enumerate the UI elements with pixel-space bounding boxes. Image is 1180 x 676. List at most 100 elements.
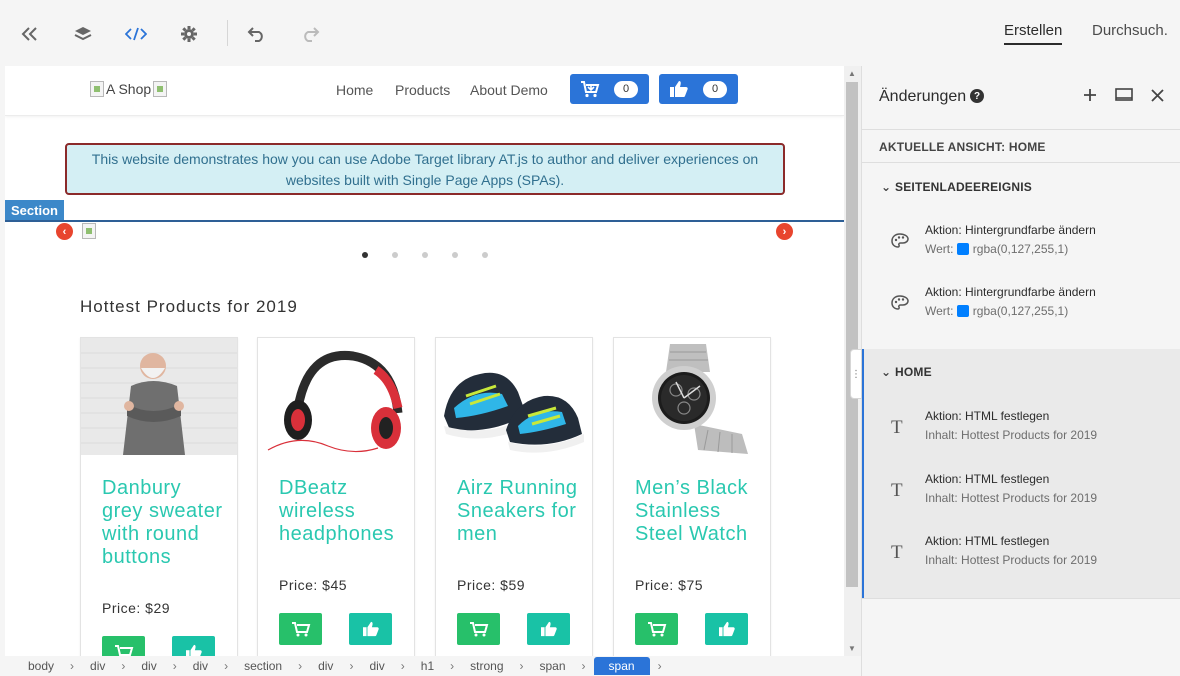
like-product-button[interactable] (527, 613, 570, 645)
carousel-dot[interactable] (422, 252, 428, 258)
breadcrumb-item[interactable]: div (185, 659, 216, 673)
product-card[interactable]: Airz Running Sneakers for men Price: $59 (435, 337, 593, 656)
change-item[interactable]: Aktion: Hintergrundfarbe ändern Wert: rg… (925, 221, 1096, 259)
product-name[interactable]: DBeatz wireless headphones (279, 477, 404, 546)
breadcrumb-item[interactable]: body (20, 659, 62, 673)
product-card[interactable]: Men’s Black Stainless Steel Watch Price:… (613, 337, 771, 656)
panel-divider (862, 598, 1180, 599)
breadcrumb-item-active[interactable]: span (593, 657, 650, 675)
nav-products[interactable]: Products (395, 82, 450, 98)
chevron-right-icon: › (400, 659, 405, 673)
chevron-right-icon: › (224, 659, 229, 673)
group-home[interactable]: ⌄ HOME (881, 365, 932, 379)
breadcrumb-item[interactable]: div (133, 659, 164, 673)
cart-button[interactable]: 0 (570, 74, 649, 104)
like-button[interactable]: 0 (659, 74, 738, 104)
panel-title: Änderungen (879, 88, 967, 105)
home-view-group: ⌄ HOME T Aktion: HTML festlegen Inhalt: H… (862, 349, 1180, 599)
product-card[interactable]: Danbury grey sweater with round buttons … (80, 337, 238, 656)
hottest-products-heading[interactable]: Hottest Products for 2019 (80, 297, 298, 317)
section-selection-label[interactable]: Section (5, 200, 64, 221)
add-to-cart-button[interactable] (279, 613, 322, 645)
change-item[interactable]: Aktion: Hintergrundfarbe ändern Wert: rg… (925, 283, 1096, 321)
current-view-label: AKTUELLE ANSICHT: HOME (879, 140, 1046, 154)
add-to-cart-button[interactable] (457, 613, 500, 645)
undo-icon[interactable] (243, 20, 271, 48)
broken-image-icon (153, 81, 168, 97)
redo-icon[interactable] (296, 20, 324, 48)
like-product-button[interactable] (349, 613, 392, 645)
product-image[interactable] (81, 338, 237, 455)
help-icon[interactable]: ? (970, 89, 984, 103)
tab-durchsuchen[interactable]: Durchsuch. (1092, 22, 1168, 43)
text-icon: T (891, 417, 903, 438)
chevron-right-icon: › (519, 659, 524, 673)
carousel-indicators (362, 252, 488, 258)
scroll-down-icon[interactable]: ▼ (848, 644, 856, 653)
add-to-cart-button[interactable] (635, 613, 678, 645)
product-image[interactable] (258, 338, 414, 455)
shop-logo[interactable]: A Shop (90, 81, 168, 97)
change-item[interactable]: Aktion: HTML festlegen Inhalt: Hottest P… (925, 470, 1097, 508)
chevron-right-icon: › (121, 659, 126, 673)
panel-resize-handle[interactable]: ⋮ (850, 349, 862, 399)
breadcrumb-item[interactable]: h1 (413, 659, 442, 673)
product-name[interactable]: Airz Running Sneakers for men (457, 477, 582, 546)
like-product-button[interactable] (172, 636, 215, 656)
tab-erstellen[interactable]: Erstellen (1004, 22, 1063, 45)
chevron-down-icon: ⌄ (881, 180, 892, 194)
carousel-dot[interactable] (392, 252, 398, 258)
thumbs-up-icon (362, 621, 379, 637)
breadcrumb-item[interactable]: span (532, 659, 574, 673)
breadcrumb-item[interactable]: div (82, 659, 113, 673)
group-seitenladeereignis[interactable]: ⌄ SEITENLADEEREIGNIS (881, 180, 1032, 194)
section-selection-outline (5, 220, 844, 222)
product-name[interactable]: Men’s Black Stainless Steel Watch (635, 477, 760, 546)
add-icon[interactable] (1083, 86, 1097, 107)
device-preview-icon[interactable] (1115, 86, 1133, 107)
cart-icon (647, 622, 666, 637)
add-to-cart-button[interactable] (102, 636, 145, 656)
carousel-dot[interactable] (452, 252, 458, 258)
like-product-button[interactable] (705, 613, 748, 645)
value-text: rgba(0,127,255,1) (972, 242, 1069, 256)
carousel-dot[interactable] (362, 252, 368, 258)
breadcrumb-item[interactable]: strong (462, 659, 511, 673)
gear-icon[interactable] (175, 20, 203, 48)
nav-about-demo[interactable]: About Demo (470, 82, 548, 98)
product-image[interactable] (436, 338, 592, 455)
product-price: Price: $59 (457, 577, 526, 593)
scrollbar-thumb[interactable] (846, 82, 858, 587)
chevron-down-icon: ⌄ (881, 365, 892, 379)
toolbar-divider (227, 20, 228, 46)
product-name[interactable]: Danbury grey sweater with round buttons (102, 477, 227, 569)
change-item[interactable]: Aktion: HTML festlegen Inhalt: Hottest P… (925, 532, 1097, 570)
code-icon[interactable] (122, 20, 150, 48)
nav-home[interactable]: Home (336, 82, 373, 98)
change-value: Wert: rgba(0,127,255,1) (925, 240, 1096, 259)
chevron-right-icon: › (581, 659, 586, 673)
breadcrumb-item[interactable]: div (310, 659, 341, 673)
broken-image-icon (90, 81, 104, 97)
layers-icon[interactable] (69, 20, 97, 48)
chevron-right-icon: › (172, 659, 177, 673)
carousel-next-icon[interactable]: › (776, 223, 793, 240)
close-icon[interactable] (1151, 86, 1164, 107)
info-banner: This website demonstrates how you can us… (65, 143, 785, 195)
product-card[interactable]: DBeatz wireless headphones Price: $45 (257, 337, 415, 656)
product-price: Price: $29 (102, 600, 171, 616)
collapse-double-chevron-icon[interactable] (16, 20, 44, 48)
product-image[interactable] (614, 338, 770, 455)
breadcrumb-item[interactable]: div (361, 659, 392, 673)
current-view-name: HOME (1008, 140, 1046, 154)
scroll-up-icon[interactable]: ▲ (848, 69, 856, 78)
changes-panel: ⋮ Änderungen ? AKTUELLE ANSICHT: HOME ⌄ S… (850, 66, 1180, 676)
value-prefix: Wert: (925, 304, 954, 318)
panel-divider (862, 129, 1180, 130)
carousel-dot[interactable] (482, 252, 488, 258)
breadcrumb-item[interactable]: section (236, 659, 290, 673)
change-content: Inhalt: Hottest Products for 2019 (925, 553, 1098, 567)
carousel-prev-icon[interactable]: ‹ (56, 223, 73, 240)
change-item[interactable]: Aktion: HTML festlegen Inhalt: Hottest P… (925, 407, 1097, 445)
change-action: Aktion: HTML festlegen (925, 472, 1050, 486)
